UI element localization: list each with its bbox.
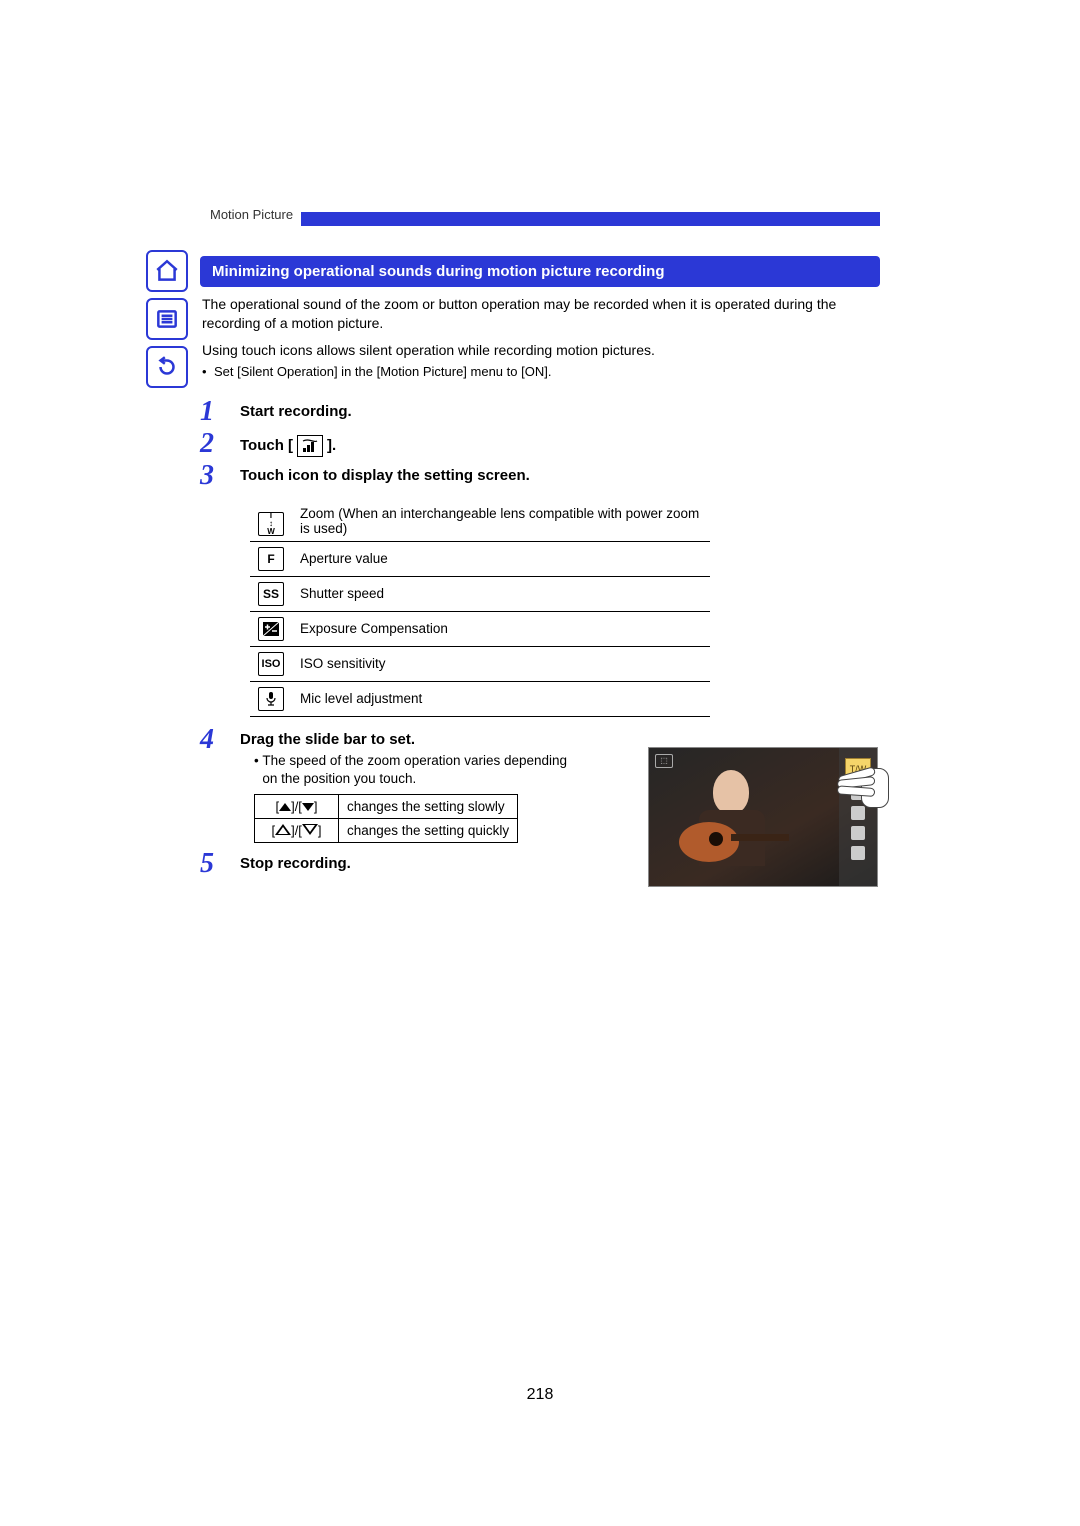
touchscreen-illustration: ⬚ T/W	[648, 747, 878, 887]
step-4: 4 Drag the slide bar to set. • The speed…	[200, 725, 880, 845]
speed-table: []/[] changes the setting slowly []/[] c…	[254, 794, 518, 843]
breadcrumb-text: Motion Picture	[200, 207, 293, 226]
shutter-icon: SS	[258, 582, 284, 606]
page-number: 218	[0, 1386, 1080, 1404]
intro-bullet: • Set [Silent Operation] in the [Motion …	[202, 364, 878, 379]
step-number: 4	[200, 725, 240, 755]
mic-level-icon	[258, 687, 284, 711]
table-cell: changes the setting quickly	[339, 819, 518, 843]
page-body: Motion Picture Minimizing operational so…	[200, 192, 880, 879]
step-1: 1 Start recording.	[200, 397, 880, 427]
breadcrumb: Motion Picture	[200, 192, 880, 226]
table-cell: Shutter speed	[292, 576, 710, 611]
step-title: Touch icon to display the setting screen…	[240, 467, 880, 484]
table-cell: Mic level adjustment	[292, 681, 710, 716]
step-title: Touch [ ].	[240, 435, 880, 457]
table-row: SS Shutter speed	[250, 576, 710, 611]
intro-line-2: Using touch icons allows silent operatio…	[202, 341, 878, 360]
table-cell: Aperture value	[292, 541, 710, 576]
rec-badge-icon: ⬚	[655, 754, 673, 768]
section-heading: Minimizing operational sounds during mot…	[200, 256, 880, 287]
table-row: ISO ISO sensitivity	[250, 646, 710, 681]
intro-line-1: The operational sound of the zoom or but…	[202, 295, 878, 333]
table-cell: ISO sensitivity	[292, 646, 710, 681]
table-row: []/[] changes the setting slowly	[255, 795, 518, 819]
hand-gesture-icon	[837, 764, 889, 828]
step-number: 5	[200, 849, 240, 879]
table-row: []/[] changes the setting quickly	[255, 819, 518, 843]
back-icon	[154, 354, 180, 380]
fast-arrows-icon: []/[]	[255, 819, 339, 843]
table-row: Exposure Compensation	[250, 611, 710, 646]
contents-icon	[154, 306, 180, 332]
home-icon	[154, 258, 180, 284]
step-number: 2	[200, 429, 240, 459]
step-3: 3 Touch icon to display the setting scre…	[200, 461, 880, 491]
home-button[interactable]	[146, 250, 188, 292]
table-cell: Zoom (When an interchangeable lens compa…	[292, 501, 710, 542]
side-nav	[146, 250, 188, 388]
iso-icon: ISO	[258, 652, 284, 676]
aperture-icon: F	[258, 547, 284, 571]
back-button[interactable]	[146, 346, 188, 388]
step-number: 3	[200, 461, 240, 491]
table-row: F Aperture value	[250, 541, 710, 576]
step-title: Drag the slide bar to set.	[240, 731, 880, 748]
slow-arrows-icon: []/[]	[255, 795, 339, 819]
table-cell: Exposure Compensation	[292, 611, 710, 646]
step-4-note: • The speed of the zoom operation varies…	[254, 752, 584, 788]
table-cell: changes the setting slowly	[339, 795, 518, 819]
table-row: T↕W Zoom (When an interchangeable lens c…	[250, 501, 710, 542]
step-number: 1	[200, 397, 240, 427]
step-2: 2 Touch [ ].	[200, 429, 880, 459]
step-title: Start recording.	[240, 403, 880, 420]
contents-button[interactable]	[146, 298, 188, 340]
silent-operation-icon	[297, 435, 323, 457]
settings-table: T↕W Zoom (When an interchangeable lens c…	[250, 501, 710, 717]
exposure-comp-icon	[258, 617, 284, 641]
zoom-icon: T↕W	[258, 512, 284, 536]
table-row: Mic level adjustment	[250, 681, 710, 716]
